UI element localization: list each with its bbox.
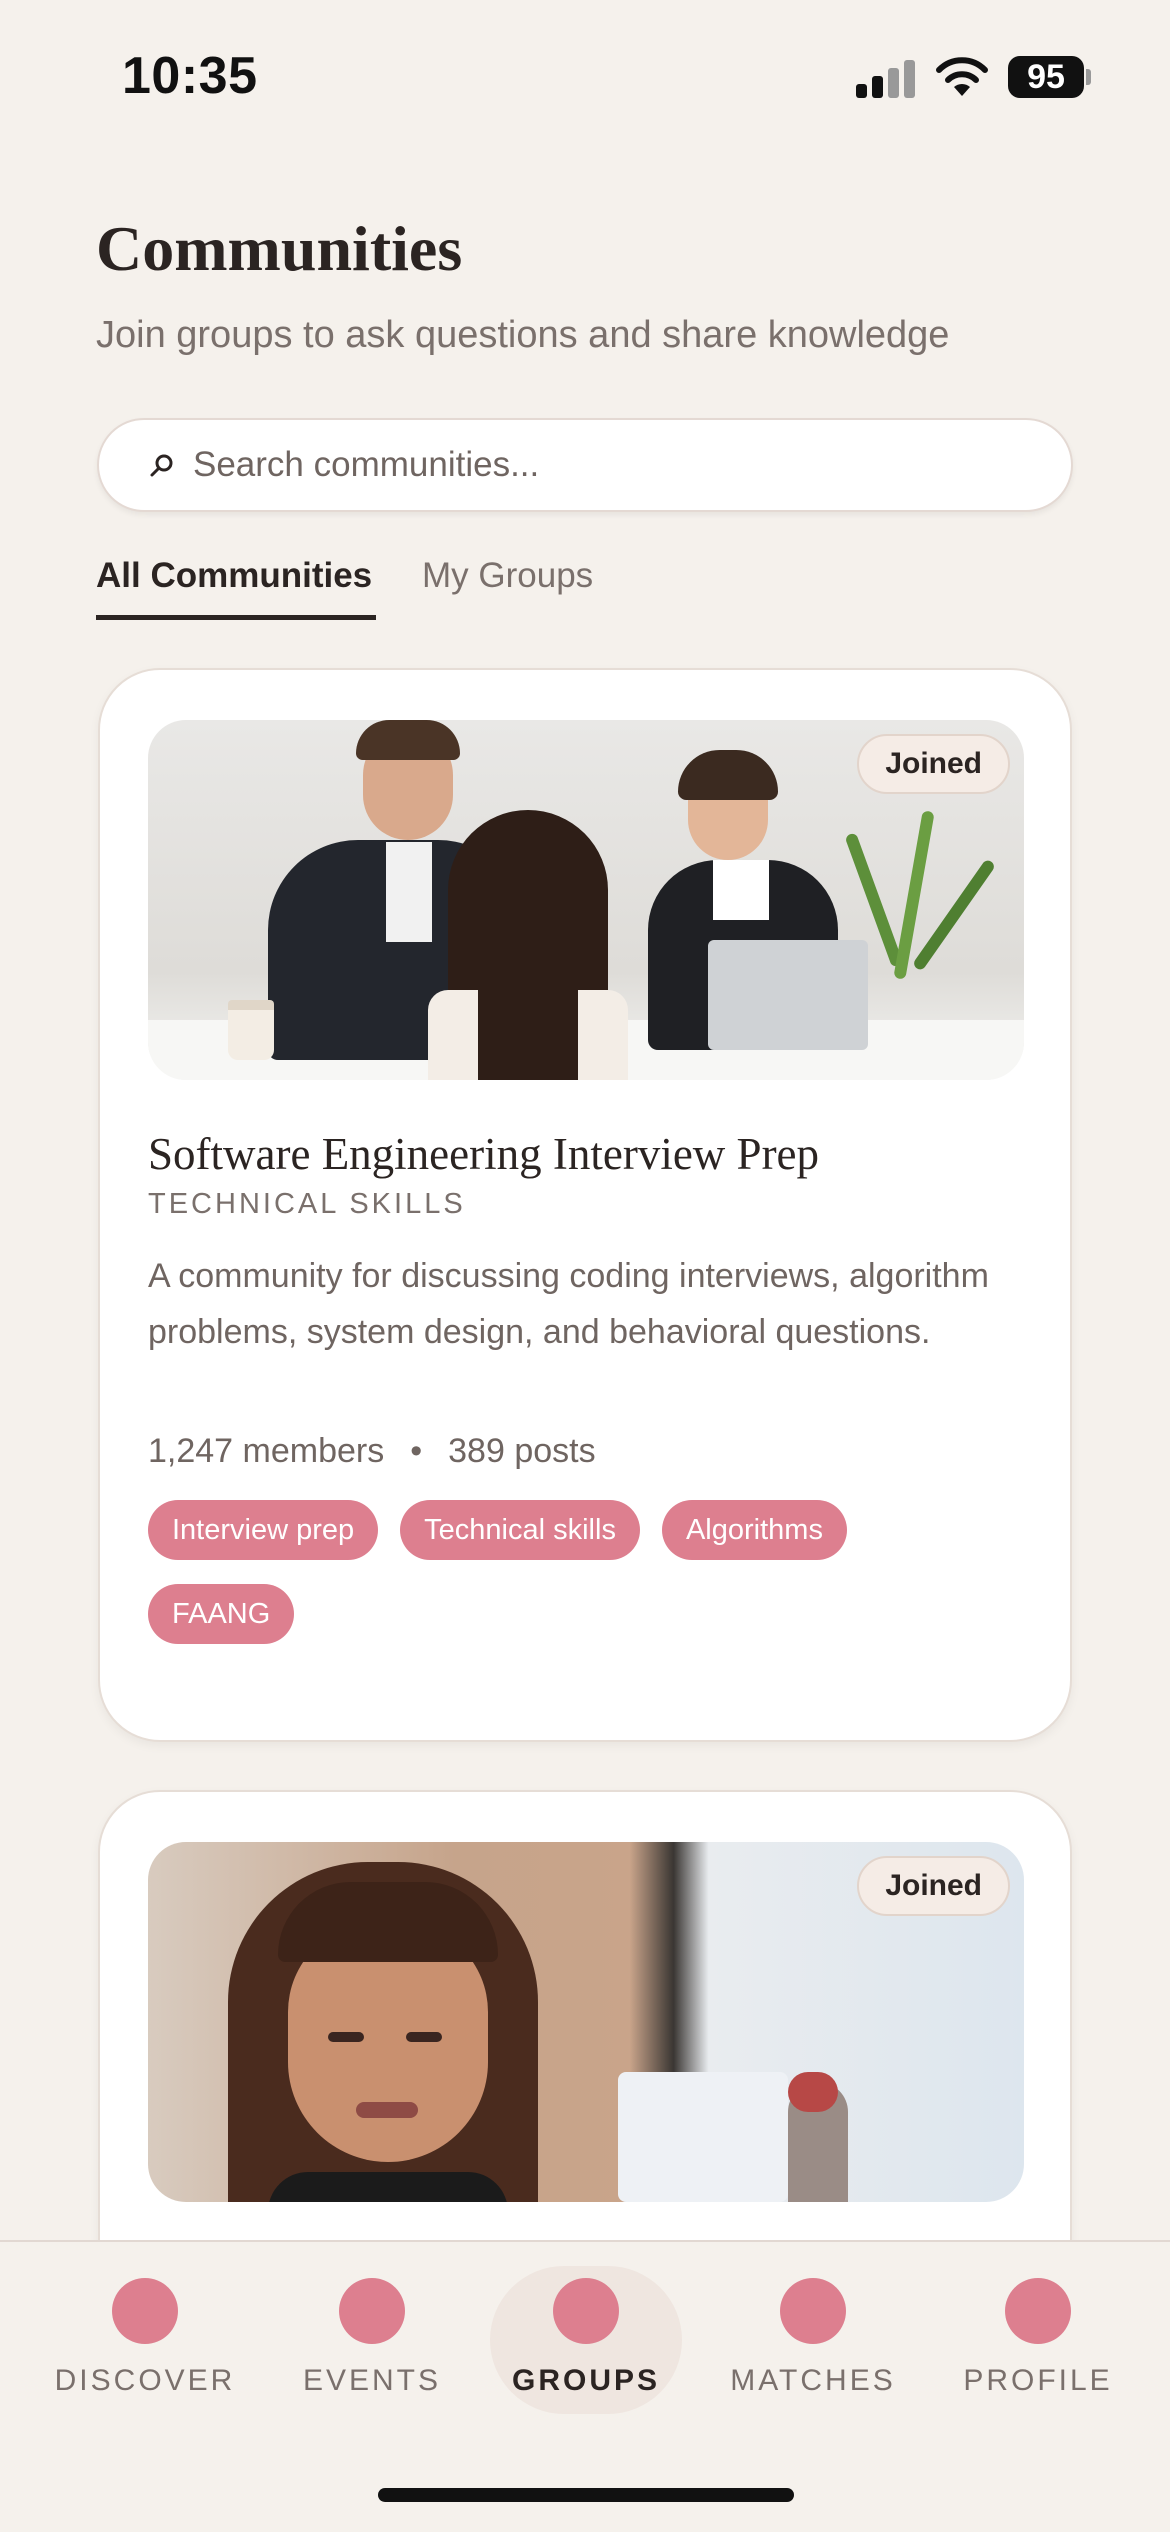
community-stats: 1,247 members • 389 posts (148, 1432, 596, 1471)
nav-label: GROUPS (511, 2364, 661, 2397)
profile-icon (1005, 2278, 1071, 2344)
nav-label: EVENTS (302, 2364, 442, 2397)
community-tabs: All Communities My Groups (96, 556, 1076, 620)
community-card[interactable]: Joined Software Engineering Interview Pr… (98, 668, 1072, 1742)
home-indicator[interactable] (378, 2488, 794, 2502)
battery-icon: 95 (1008, 56, 1092, 98)
community-description: A community for discussing coding interv… (148, 1257, 989, 1351)
communities-screen: 10:35 95 Communities Join groups to ask … (0, 0, 1170, 2532)
tag-algorithms[interactable]: Algorithms (661, 1500, 847, 1560)
nav-label: DISCOVER (54, 2364, 236, 2397)
tag-technical-skills[interactable]: Technical skills (400, 1500, 640, 1560)
tag-faang[interactable]: FAANG (148, 1584, 295, 1644)
signal-icon (856, 58, 916, 98)
community-title: Software Engineering Interview Prep (148, 1129, 820, 1179)
matches-icon (780, 2278, 846, 2344)
nav-item-discover[interactable]: DISCOVER (50, 2278, 240, 2408)
page-subtitle: Join groups to ask questions and share k… (96, 314, 950, 356)
member-count: 1,247 members (148, 1432, 385, 1470)
nav-item-profile[interactable]: PROFILE (943, 2278, 1133, 2408)
search-bar[interactable] (97, 418, 1073, 512)
nav-label: MATCHES (730, 2364, 896, 2397)
groups-icon (553, 2278, 619, 2344)
discover-icon (112, 2278, 178, 2344)
joined-badge: Joined (857, 734, 1010, 794)
tab-all-communities[interactable]: All Communities (96, 556, 377, 620)
tab-my-groups[interactable]: My Groups (422, 556, 593, 618)
search-icon (150, 454, 173, 477)
page-title: Communities (96, 213, 463, 284)
post-count: 389 posts (448, 1432, 596, 1470)
nav-label: PROFILE (963, 2364, 1113, 2397)
community-cover-image: Joined (148, 1842, 1024, 2202)
status-time: 10:35 (122, 47, 258, 105)
community-tags: Interview prep Technical skills Algorithms… (148, 1500, 1028, 1668)
joined-badge: Joined (857, 1856, 1010, 1916)
community-category: TECHNICAL SKILLS (148, 1188, 466, 1220)
wifi-icon (936, 57, 988, 96)
status-bar: 10:35 95 (0, 0, 1170, 150)
events-icon (339, 2278, 405, 2344)
stats-separator: • (410, 1432, 423, 1470)
search-input[interactable] (193, 420, 1053, 510)
nav-item-groups[interactable]: GROUPS (491, 2278, 681, 2408)
tag-interview-prep[interactable]: Interview prep (148, 1500, 379, 1560)
nav-item-events[interactable]: EVENTS (277, 2278, 467, 2408)
nav-item-matches[interactable]: MATCHES (718, 2278, 908, 2408)
community-cover-image: Joined (148, 720, 1024, 1080)
battery-level: 95 (1008, 56, 1084, 98)
